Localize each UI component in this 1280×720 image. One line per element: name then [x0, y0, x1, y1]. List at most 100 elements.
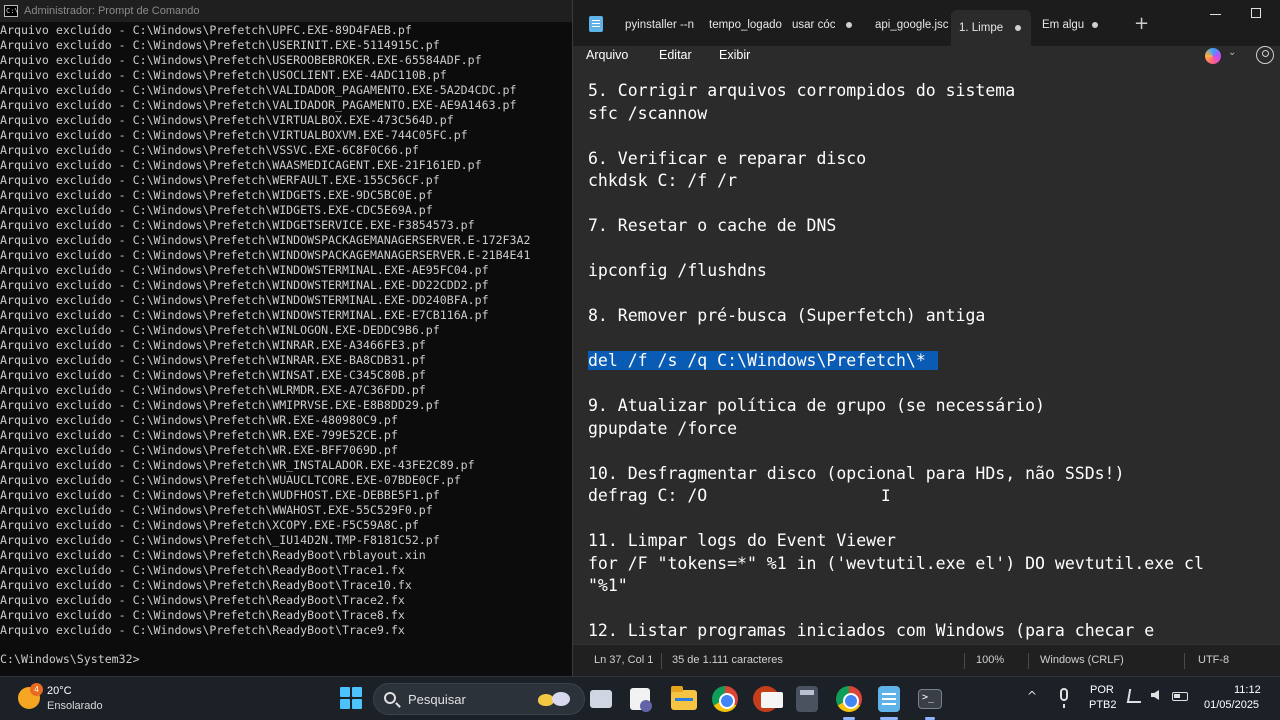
unsaved-dot-icon — [846, 22, 852, 28]
status-selection-count: 35 de 1.111 caracteres — [672, 654, 783, 666]
tab-label: api_google.jsc — [875, 19, 949, 31]
notepad-menu-bar: Arquivo Editar Exibir ⌄ — [573, 46, 1280, 68]
notepad-tab-bar: pyinstaller --n tempo_logado usar cóc ap… — [573, 0, 1280, 46]
task-view-icon[interactable] — [590, 690, 612, 708]
editor-line[interactable]: 5. Corrigir arquivos corrompidos do sist… — [588, 80, 1204, 103]
editor-line[interactable]: defrag C: /O — [588, 485, 1204, 508]
editor-line[interactable]: 9. Atualizar política de grupo (se neces… — [588, 395, 1204, 418]
cmd-output-line: Arquivo excluído - C:\Windows\Prefetch\W… — [0, 398, 440, 412]
tab-em-algum[interactable]: Em algu — [1042, 10, 1108, 40]
windows-start-icon[interactable] — [340, 687, 362, 709]
editor-line[interactable]: 7. Resetar o cache de DNS — [588, 215, 1204, 238]
cmd-output-line: Arquivo excluído - C:\Windows\Prefetch\W… — [0, 458, 475, 472]
volume-icon[interactable] — [1151, 690, 1159, 700]
keyboard-layout-indicator[interactable]: PTB2 — [1089, 699, 1117, 711]
editor-line[interactable] — [588, 373, 1204, 396]
file-explorer-icon[interactable] — [671, 686, 697, 710]
editor-line[interactable] — [588, 238, 1204, 261]
editor-line[interactable]: 12. Listar programas iniciados com Windo… — [588, 620, 1204, 643]
chrome-icon[interactable] — [712, 686, 738, 712]
status-encoding[interactable]: UTF-8 — [1198, 654, 1229, 666]
status-zoom[interactable]: 100% — [976, 654, 1004, 666]
cmd-prompt[interactable]: C:\Windows\System32> — [0, 652, 140, 666]
status-line-ending[interactable]: Windows (CRLF) — [1040, 654, 1124, 666]
menu-edit[interactable]: Editar — [659, 48, 692, 62]
editor-line[interactable] — [588, 598, 1204, 621]
cmd-output-line: Arquivo excluído - C:\Windows\Prefetch\W… — [0, 263, 489, 277]
microphone-icon[interactable] — [1060, 688, 1068, 708]
terminal-icon[interactable] — [918, 689, 942, 709]
tab-tempo-logado[interactable]: tempo_logado — [709, 10, 783, 40]
tab-limpeza-active[interactable]: 1. Limpe — [951, 10, 1031, 46]
cmd-output-line: Arquivo excluído - C:\Windows\Prefetch\W… — [0, 413, 398, 427]
editor-line[interactable] — [588, 328, 1204, 351]
selected-text[interactable]: del /f /s /q C:\Windows\Prefetch\* — [588, 351, 938, 370]
editor-line[interactable]: 10. Desfragmentar disco (opcional para H… — [588, 463, 1204, 486]
menu-file[interactable]: Arquivo — [586, 48, 628, 62]
cmd-titlebar[interactable]: C:\ Administrador: Prompt de Comando — [0, 0, 572, 22]
taskbar-search-box[interactable]: Pesquisar — [373, 683, 585, 715]
cmd-output-line: Arquivo excluído - C:\Windows\Prefetch\W… — [0, 338, 426, 352]
tab-pyinstaller[interactable]: pyinstaller --n — [625, 10, 701, 40]
battery-icon[interactable] — [1172, 692, 1188, 701]
weather-description[interactable]: Ensolarado — [47, 700, 103, 712]
notepad-icon[interactable] — [878, 686, 900, 712]
cmd-output-line: Arquivo excluído - C:\Windows\Prefetch\W… — [0, 173, 440, 187]
editor-line[interactable]: 11. Limpar logs do Event Viewer — [588, 530, 1204, 553]
editor-line[interactable]: gpupdate /force — [588, 418, 1204, 441]
status-divider — [661, 653, 662, 669]
copilot-icon[interactable] — [1205, 48, 1221, 64]
minimize-button[interactable] — [1210, 14, 1221, 15]
cmd-output-line: Arquivo excluído - C:\Windows\Prefetch\V… — [0, 98, 517, 112]
menu-view[interactable]: Exibir — [719, 48, 750, 62]
cmd-output-line: Arquivo excluído - C:\Windows\Prefetch\V… — [0, 113, 454, 127]
powerpoint-icon[interactable] — [753, 686, 783, 712]
editor-line[interactable]: for /F "tokens=*" %1 in ('wevtutil.exe e… — [588, 553, 1204, 576]
clock-time[interactable]: 11:12 — [1234, 684, 1261, 696]
chevron-down-icon[interactable]: ⌄ — [1228, 47, 1236, 58]
add-tab-button[interactable]: + — [1134, 14, 1149, 34]
cmd-output-line: Arquivo excluído - C:\Windows\Prefetch\W… — [0, 353, 426, 367]
editor-line[interactable]: chkdsk C: /f /r — [588, 170, 1204, 193]
status-divider — [1184, 653, 1185, 669]
tab-label: 1. Limpe — [959, 22, 1004, 34]
editor-line[interactable]: ipconfig /flushdns — [588, 260, 1204, 283]
tab-usar-codigo[interactable]: usar cóc — [792, 10, 862, 40]
editor-line[interactable] — [588, 193, 1204, 216]
editor-line[interactable]: 6. Verificar e reparar disco — [588, 148, 1204, 171]
cmd-output-line: Arquivo excluído - C:\Windows\Prefetch\W… — [0, 443, 398, 457]
tray-overflow-chevron-icon[interactable]: ^ — [1027, 689, 1037, 703]
cmd-app-icon: C:\ — [4, 5, 19, 17]
editor-line[interactable]: "%1" — [588, 575, 1204, 598]
network-icon[interactable] — [1126, 689, 1144, 703]
editor-line[interactable]: del /f /s /q C:\Windows\Prefetch\* — [588, 350, 1204, 373]
language-indicator[interactable]: POR — [1090, 684, 1114, 696]
cmd-output-line: Arquivo excluído - C:\Windows\Prefetch\U… — [0, 53, 482, 67]
weather-temperature[interactable]: 20°C — [47, 685, 72, 697]
editor-line[interactable] — [588, 125, 1204, 148]
notepad-editor[interactable]: 5. Corrigir arquivos corrompidos do sist… — [573, 68, 1280, 644]
status-cursor-position[interactable]: Ln 37, Col 1 — [594, 654, 653, 666]
cmd-output-line: Arquivo excluído - C:\Windows\Prefetch\V… — [0, 83, 517, 97]
calculator-icon[interactable] — [796, 686, 818, 712]
clock-date[interactable]: 01/05/2025 — [1204, 699, 1259, 711]
account-icon[interactable] — [1256, 46, 1274, 64]
editor-line[interactable]: sfc /scannow — [588, 103, 1204, 126]
tab-api-google[interactable]: api_google.jsc — [875, 10, 951, 40]
notepad-window[interactable]: pyinstaller --n tempo_logado usar cóc ap… — [572, 0, 1280, 676]
tab-label: tempo_logado — [709, 19, 782, 31]
editor-text[interactable]: 5. Corrigir arquivos corrompidos do sist… — [588, 80, 1204, 643]
cmd-output-line: Arquivo excluído - C:\Windows\Prefetch\W… — [0, 428, 398, 442]
chrome-profile-icon[interactable] — [836, 686, 862, 712]
editor-line[interactable] — [588, 508, 1204, 531]
maximize-button[interactable] — [1251, 8, 1261, 18]
editor-line[interactable] — [588, 283, 1204, 306]
cmd-output-line: Arquivo excluído - C:\Windows\Prefetch\W… — [0, 203, 433, 217]
command-prompt-window[interactable]: C:\ Administrador: Prompt de Comando Arq… — [0, 0, 572, 676]
editor-line[interactable] — [588, 440, 1204, 463]
cmd-output-line: Arquivo excluído - C:\Windows\Prefetch\R… — [0, 593, 405, 607]
cmd-output-line: Arquivo excluído - C:\Windows\Prefetch\R… — [0, 548, 426, 562]
teams-icon[interactable] — [630, 688, 652, 712]
cmd-output-line: Arquivo excluído - C:\Windows\Prefetch\W… — [0, 158, 482, 172]
editor-line[interactable]: 8. Remover pré-busca (Superfetch) antiga — [588, 305, 1204, 328]
